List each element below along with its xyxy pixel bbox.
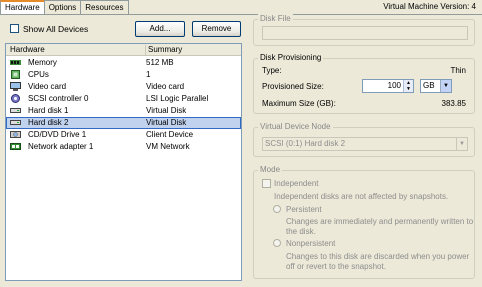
vm-version-label: Virtual Machine Version: 4 xyxy=(383,2,476,11)
maximum-size-value: 383.85 xyxy=(441,99,466,108)
hard-disk-icon xyxy=(10,108,21,113)
provisioned-size-label: Provisioned Size: xyxy=(262,82,324,91)
show-all-devices-checkbox[interactable] xyxy=(10,24,19,33)
remove-button[interactable]: Remove xyxy=(192,21,241,37)
show-all-devices-label: Show All Devices xyxy=(23,24,89,34)
list-item-memory[interactable]: Memory 512 MB xyxy=(6,57,241,69)
scsi-controller-icon xyxy=(11,94,20,103)
nonpersistent-radio xyxy=(273,239,281,247)
memory-icon xyxy=(10,60,21,65)
list-item-hard-disk-2[interactable]: Hard disk 2 Virtual Disk xyxy=(6,117,241,129)
hard-disk-icon xyxy=(10,120,21,125)
cpu-icon xyxy=(11,70,20,79)
list-item-video-card[interactable]: Video card Video card xyxy=(6,81,241,93)
independent-checkbox xyxy=(262,179,271,188)
disk-file-field xyxy=(262,26,468,40)
type-value: Thin xyxy=(450,66,466,75)
tab-options[interactable]: Options xyxy=(43,0,82,14)
nonpersistent-label: Nonpersistent xyxy=(286,239,336,248)
independent-label: Independent xyxy=(274,179,319,188)
list-header: Hardware Summary xyxy=(6,44,241,56)
column-header-hardware[interactable]: Hardware xyxy=(10,45,45,54)
cd-dvd-icon xyxy=(10,131,21,138)
network-adapter-icon xyxy=(10,143,21,150)
nonpersistent-description-line-2: off or revert to the snapshot. xyxy=(286,262,386,271)
hardware-list: Hardware Summary Memory 512 MB CPUs 1 Vi… xyxy=(5,43,242,281)
nonpersistent-description-line-1: Changes to this disk are discarded when … xyxy=(286,252,470,261)
maximum-size-label: Maximum Size (GB): xyxy=(262,99,336,108)
virtual-device-node-title: Virtual Device Node xyxy=(258,122,333,131)
column-header-summary[interactable]: Summary xyxy=(148,45,182,54)
disk-file-title: Disk File xyxy=(258,14,293,23)
type-label: Type: xyxy=(262,66,282,75)
mode-title: Mode xyxy=(258,165,283,174)
persistent-description-line-1: Changes are immediately and permanently … xyxy=(286,217,474,226)
disk-file-group: Disk File xyxy=(253,14,475,46)
add-button[interactable]: Add... xyxy=(135,21,185,37)
mode-group: Mode Independent Independent disks are n… xyxy=(253,165,475,279)
disk-provisioning-title: Disk Provisioning xyxy=(258,53,324,62)
tab-divider xyxy=(0,14,482,15)
list-item-network-adapter[interactable]: Network adapter 1 VM Network xyxy=(6,141,241,153)
list-item-cd-dvd-drive[interactable]: CD/DVD Drive 1 Client Device xyxy=(6,129,241,141)
size-unit-select[interactable]: GB ▼ xyxy=(420,79,452,93)
virtual-device-node-group: Virtual Device Node SCSI (0:1) Hard disk… xyxy=(253,122,475,157)
persistent-radio xyxy=(273,205,281,213)
persistent-label: Persistent xyxy=(286,205,322,214)
chevron-down-icon[interactable]: ▼ xyxy=(440,80,451,92)
provisioned-size-stepper[interactable]: 100 ▲ ▼ xyxy=(362,79,414,93)
chevron-down-icon: ▼ xyxy=(456,138,467,150)
persistent-description-line-2: the disk. xyxy=(286,227,316,236)
list-item-cpus[interactable]: CPUs 1 xyxy=(6,69,241,81)
video-card-icon xyxy=(10,82,21,91)
virtual-device-node-select: SCSI (0:1) Hard disk 2 ▼ xyxy=(262,137,468,151)
tab-hardware[interactable]: Hardware xyxy=(0,0,45,14)
list-item-scsi-controller[interactable]: SCSI controller 0 LSI Logic Parallel xyxy=(6,93,241,105)
disk-provisioning-group: Disk Provisioning Type: Thin Provisioned… xyxy=(253,53,475,114)
tab-resources[interactable]: Resources xyxy=(80,0,129,14)
stepper-arrows-icon[interactable]: ▲ ▼ xyxy=(403,80,413,92)
provisioned-size-value: 100 xyxy=(387,81,401,90)
list-item-hard-disk-1[interactable]: Hard disk 1 Virtual Disk xyxy=(6,105,241,117)
independent-description: Independent disks are not affected by sn… xyxy=(274,192,449,201)
tab-bar: Hardware Options Resources xyxy=(0,0,129,14)
